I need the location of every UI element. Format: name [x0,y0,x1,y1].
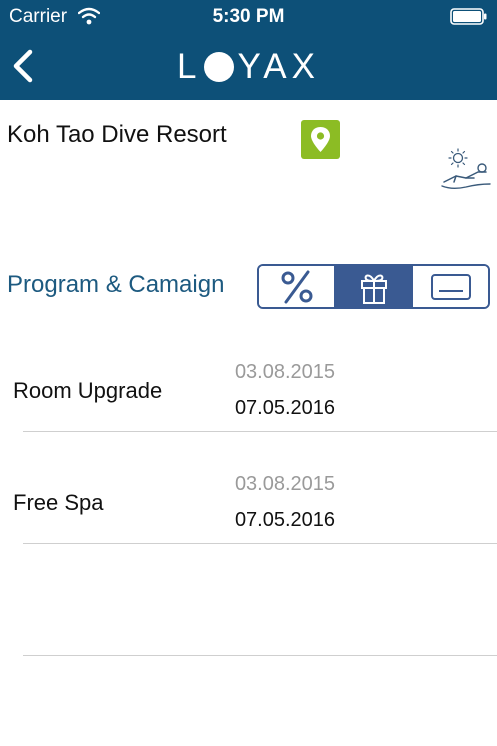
gift-icon [360,274,387,304]
logo-circle [203,52,234,82]
item-title: Room Upgrade [13,378,163,403]
divider [23,655,497,656]
percent-icon [281,270,312,303]
item-start-date: 03.08.2015 [234,473,336,495]
section-title: Program & Camaign [7,271,225,298]
map-pin-button[interactable] [301,120,340,159]
card-icon [430,273,471,300]
status-time: 5:30 PM [212,6,285,27]
divider [23,543,497,544]
battery-icon [450,8,487,25]
nav-header: Carrier 5:30 PM L YAX [0,0,497,100]
tab-card[interactable] [411,266,488,307]
app-logo: L YAX [0,47,497,86]
divider [23,431,497,432]
category-segmented-control [257,264,490,309]
item-title: Free Spa [13,490,104,515]
logo-text-left: L [177,47,202,86]
logo-text-right: YAX [237,47,320,86]
relax-icon [441,148,491,189]
item-end-date: 07.05.2016 [234,397,336,419]
item-end-date: 07.05.2016 [234,509,336,531]
item-start-date: 03.08.2015 [234,361,336,383]
map-pin-icon [311,127,330,152]
tab-gift[interactable] [334,266,411,307]
tab-percent[interactable] [259,266,334,307]
resort-name: Koh Tao Dive Resort [7,121,227,148]
